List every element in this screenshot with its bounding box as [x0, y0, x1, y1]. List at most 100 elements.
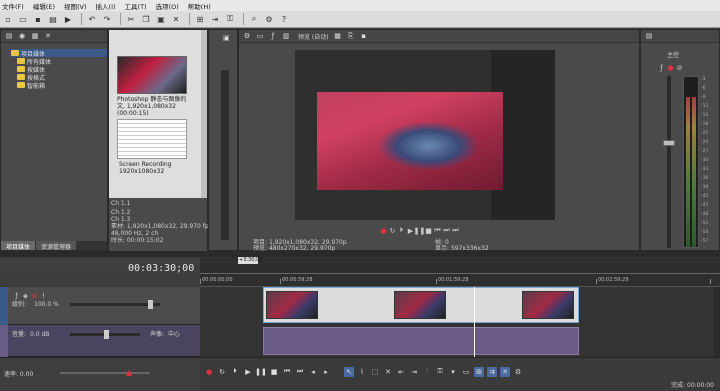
import-icon[interactable]: ▤: [4, 31, 14, 41]
track-mute-icon[interactable]: ⊘: [30, 291, 39, 300]
marker-icon[interactable]: ▾: [448, 367, 458, 377]
record-icon[interactable]: ●: [204, 367, 214, 377]
split-icon[interactable]: ⫶: [422, 367, 432, 377]
play-icon[interactable]: ▶: [243, 367, 253, 377]
play-from-start-icon[interactable]: ⏵: [397, 226, 406, 235]
copy-icon[interactable]: ❐: [140, 13, 152, 25]
trim-start-icon[interactable]: ⇤: [396, 367, 406, 377]
render-icon[interactable]: ▶: [62, 13, 74, 25]
menu-options[interactable]: 选项(O): [156, 1, 179, 11]
audio-event[interactable]: [263, 327, 579, 355]
sidebar-scroll[interactable]: [221, 70, 229, 240]
master-fader[interactable]: [663, 140, 675, 146]
tree-item-by-format[interactable]: 按格式: [11, 73, 107, 82]
open-icon[interactable]: ▭: [17, 13, 29, 25]
go-start-icon[interactable]: ⏮: [282, 367, 292, 377]
next-frame-icon[interactable]: ⏭: [442, 226, 451, 235]
delete-icon[interactable]: ✕: [383, 367, 393, 377]
audio-track-header[interactable]: 音量: 0.0 dB 声像: 中心: [0, 325, 200, 357]
tree-item-project-media[interactable]: 项目媒体: [11, 49, 107, 58]
split-screen-icon[interactable]: ▥: [281, 31, 291, 41]
views-icon[interactable]: ▦: [30, 31, 40, 41]
next-frame-icon[interactable]: ▸: [321, 367, 331, 377]
mixer-icon[interactable]: ▤: [644, 31, 654, 41]
paste-icon[interactable]: ▣: [155, 13, 167, 25]
menu-insert[interactable]: 插入(I): [96, 1, 116, 11]
menu-tools[interactable]: 工具(T): [125, 1, 147, 11]
master-solo-icon[interactable]: ⊘: [675, 63, 684, 72]
lock-icon[interactable]: ⚿: [224, 13, 236, 25]
menu-help[interactable]: 帮助(H): [188, 1, 211, 11]
lock-icon[interactable]: ⚿: [435, 367, 445, 377]
properties-icon[interactable]: ▤: [47, 13, 59, 25]
menu-edit[interactable]: 编辑(E): [33, 1, 55, 11]
go-end-icon[interactable]: ⏭: [295, 367, 305, 377]
delete-icon[interactable]: ✕: [170, 13, 182, 25]
play-from-start-icon[interactable]: ⏵: [230, 367, 240, 377]
track-solo-icon[interactable]: !: [39, 291, 48, 300]
media-list-scrollbar[interactable]: [201, 30, 207, 198]
audio-volume-slider[interactable]: [104, 330, 109, 339]
pause-icon[interactable]: ❚❚: [414, 226, 426, 235]
prev-frame-icon[interactable]: ⏮: [433, 226, 442, 235]
stop-icon[interactable]: ■: [424, 226, 433, 235]
envelope-tool-icon[interactable]: ⌇: [357, 367, 367, 377]
save-icon[interactable]: ▪: [32, 13, 44, 25]
tab-explorer[interactable]: 资源管理器: [36, 241, 77, 251]
master-mute-icon[interactable]: ●: [666, 63, 675, 72]
cut-icon[interactable]: ✂: [125, 13, 137, 25]
stop-icon[interactable]: ■: [269, 367, 279, 377]
trim-end-icon[interactable]: ⇥: [409, 367, 419, 377]
zoom-icon[interactable]: ⌕: [248, 13, 260, 25]
region-icon[interactable]: ▭: [461, 367, 471, 377]
pause-icon[interactable]: ❚❚: [255, 367, 267, 377]
auto-ripple-icon[interactable]: ⇉: [487, 366, 497, 377]
settings-icon[interactable]: ⚙: [513, 367, 523, 377]
save-snapshot-icon[interactable]: ▪: [359, 31, 369, 41]
rate-slider-handle[interactable]: ▲: [126, 368, 132, 377]
tree-item-all-media[interactable]: 所有媒体: [11, 57, 107, 66]
preview-settings-icon[interactable]: ⚙: [242, 31, 252, 41]
overlays-icon[interactable]: ▦: [333, 31, 343, 41]
fx-icon[interactable]: ƒ: [268, 31, 278, 41]
menu-file[interactable]: 文件(F): [2, 1, 24, 11]
capture-icon[interactable]: ◉: [17, 31, 27, 41]
help-icon[interactable]: ?: [278, 13, 290, 25]
video-level-slider[interactable]: [148, 300, 153, 309]
selection-tool-icon[interactable]: ⬚: [370, 367, 380, 377]
timeline-vertical-scrollbar[interactable]: [714, 287, 720, 357]
tree-item-by-type[interactable]: 按媒体: [11, 65, 107, 74]
playhead[interactable]: [474, 287, 475, 357]
auto-ripple-icon[interactable]: ⇥: [209, 13, 221, 25]
tree-item-smart-bins[interactable]: 智能箱: [11, 81, 107, 90]
preview-quality-select[interactable]: 预览 (自动): [298, 32, 329, 41]
menu-view[interactable]: 视图(V): [64, 1, 87, 11]
snap-icon[interactable]: ⊞: [474, 366, 484, 377]
end-icon[interactable]: ⏭: [451, 226, 460, 235]
master-fx-icon[interactable]: ƒ: [657, 63, 666, 72]
redo-icon[interactable]: ↷: [101, 13, 113, 25]
tab-project-media[interactable]: 项目媒体: [1, 241, 36, 251]
record-icon[interactable]: ●: [379, 226, 388, 235]
new-icon[interactable]: ▫: [2, 13, 14, 25]
prev-frame-icon[interactable]: ◂: [308, 367, 318, 377]
video-track-header[interactable]: ƒ ◈ ⊘ ! 级别: 100.0 %: [0, 287, 200, 325]
loop-icon[interactable]: ↻: [388, 226, 397, 235]
video-event[interactable]: [263, 287, 579, 323]
media-thumbnail[interactable]: [117, 56, 187, 94]
media-thumbnail[interactable]: [117, 119, 187, 159]
track-fx-icon[interactable]: ƒ: [12, 291, 21, 300]
loop-icon[interactable]: ↻: [217, 367, 227, 377]
timeline-ruler[interactable]: +3:30;00 00:00:00;00 00:00:59;28 00:01:5…: [200, 257, 720, 287]
normal-edit-tool-icon[interactable]: ↖: [344, 366, 354, 377]
snap-icon[interactable]: ⊞: [194, 13, 206, 25]
close-icon[interactable]: ✕: [43, 31, 53, 41]
copy-snapshot-icon[interactable]: ⎘: [346, 31, 356, 41]
dock-icon[interactable]: ▣: [223, 34, 230, 42]
cross-fade-icon[interactable]: ✕: [500, 366, 510, 377]
undo-icon[interactable]: ↶: [86, 13, 98, 25]
vu-scale-label: -24: [701, 140, 709, 145]
external-monitor-icon[interactable]: ▭: [255, 31, 265, 41]
track-motion-icon[interactable]: ◈: [21, 291, 30, 300]
settings-icon[interactable]: ⚙: [263, 13, 275, 25]
